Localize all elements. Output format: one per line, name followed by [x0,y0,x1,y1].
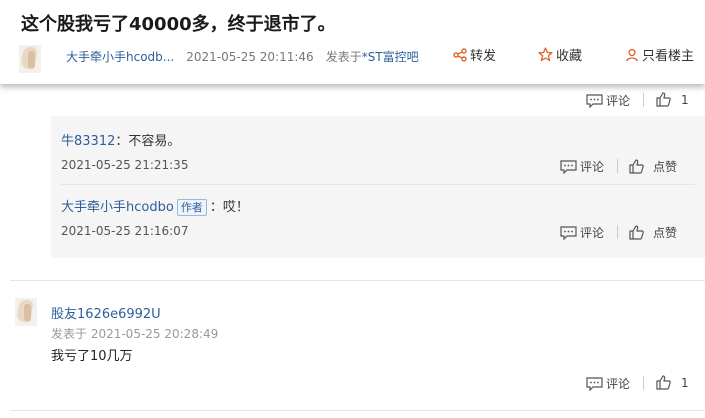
like-button-top[interactable]: 1 [656,92,689,107]
floor-divider [10,280,705,281]
reply-divider [61,184,695,185]
comment-icon [560,225,577,240]
thumbs-up-icon [656,375,671,390]
reply-comment-label: 评论 [580,160,605,174]
comment-reply-label: 评论 [606,377,631,391]
action-divider [617,225,618,239]
comment-button-top[interactable]: 评论 [586,92,630,109]
floor-divider [10,410,705,411]
comment-meta: 发表于 2021-05-25 20:28:49 [51,327,219,341]
reply-like-button[interactable]: 点赞 [629,224,677,241]
user-icon [626,48,638,61]
reply-text: 哎！ [222,200,249,215]
only-author-button[interactable]: 只看楼主 [625,45,694,64]
forum-link[interactable]: *ST富控吧 [362,50,419,64]
reply-like-button[interactable]: 点赞 [629,158,677,175]
reply-comment-button[interactable]: 评论 [560,224,604,241]
favorite-button[interactable]: 收藏 [538,45,582,64]
author-avatar[interactable] [19,45,41,73]
author-badge: 作者 [176,199,207,216]
comment-text: 我亏了10几万 [51,349,133,364]
reply-date: 2021-05-25 21:16:07 [61,224,189,238]
thumbs-up-icon [629,159,644,174]
comment-reply-button[interactable]: 评论 [586,375,630,392]
comment-icon [560,159,577,174]
post-title: 这个股我亏了40000多，终于退市了。 [21,14,336,35]
thumbs-up-icon [629,225,644,240]
share-label: 转发 [470,49,497,64]
reply-like-label: 点赞 [653,160,678,174]
post-author-link[interactable]: 大手牵小手hcodb... [66,50,174,64]
commenter-avatar[interactable] [15,298,37,326]
comment-icon [586,376,603,391]
comment-like-count: 1 [681,375,689,390]
reply-like-label: 点赞 [653,226,678,240]
comment-like-button[interactable]: 1 [656,375,689,390]
reply-colon: ： [209,200,223,215]
post-meta: 大手牵小手hcodb... 2021-05-25 20:11:46 发表于*ST富控… [66,48,419,65]
star-icon [538,47,553,62]
action-divider [617,159,618,173]
reply-colon: ： [115,134,129,149]
post-date: 2021-05-25 20:11:46 [186,50,314,64]
reply-comment-button[interactable]: 评论 [560,158,604,175]
comment-icon [586,93,603,108]
thumbs-up-icon [656,92,671,107]
reply-user-link[interactable]: 大手牵小手hcodbo [61,200,174,215]
action-divider [643,93,644,107]
posted-in-label: 发表于 [325,50,362,64]
like-count: 1 [681,92,689,107]
reply-date: 2021-05-25 21:21:35 [61,158,189,172]
comment-label: 评论 [606,94,631,108]
reply-item: 大手牵小手hcodbo 作者 ：哎！ [61,196,249,216]
favorite-label: 收藏 [556,49,583,64]
share-button[interactable]: 转发 [453,45,496,64]
only-author-label: 只看楼主 [642,49,695,64]
reply-item: 牛83312：不容易。 [61,130,180,149]
share-icon [453,47,467,62]
reply-user-link[interactable]: 牛83312 [61,134,115,149]
post-header: 这个股我亏了40000多，终于退市了。 大手牵小手hcodb... 2021-05… [0,0,705,84]
action-divider [643,376,644,390]
reply-comment-label: 评论 [580,226,605,240]
reply-text: 不容易。 [128,134,181,149]
commenter-name-link[interactable]: 股友1626e6992U [51,303,161,322]
